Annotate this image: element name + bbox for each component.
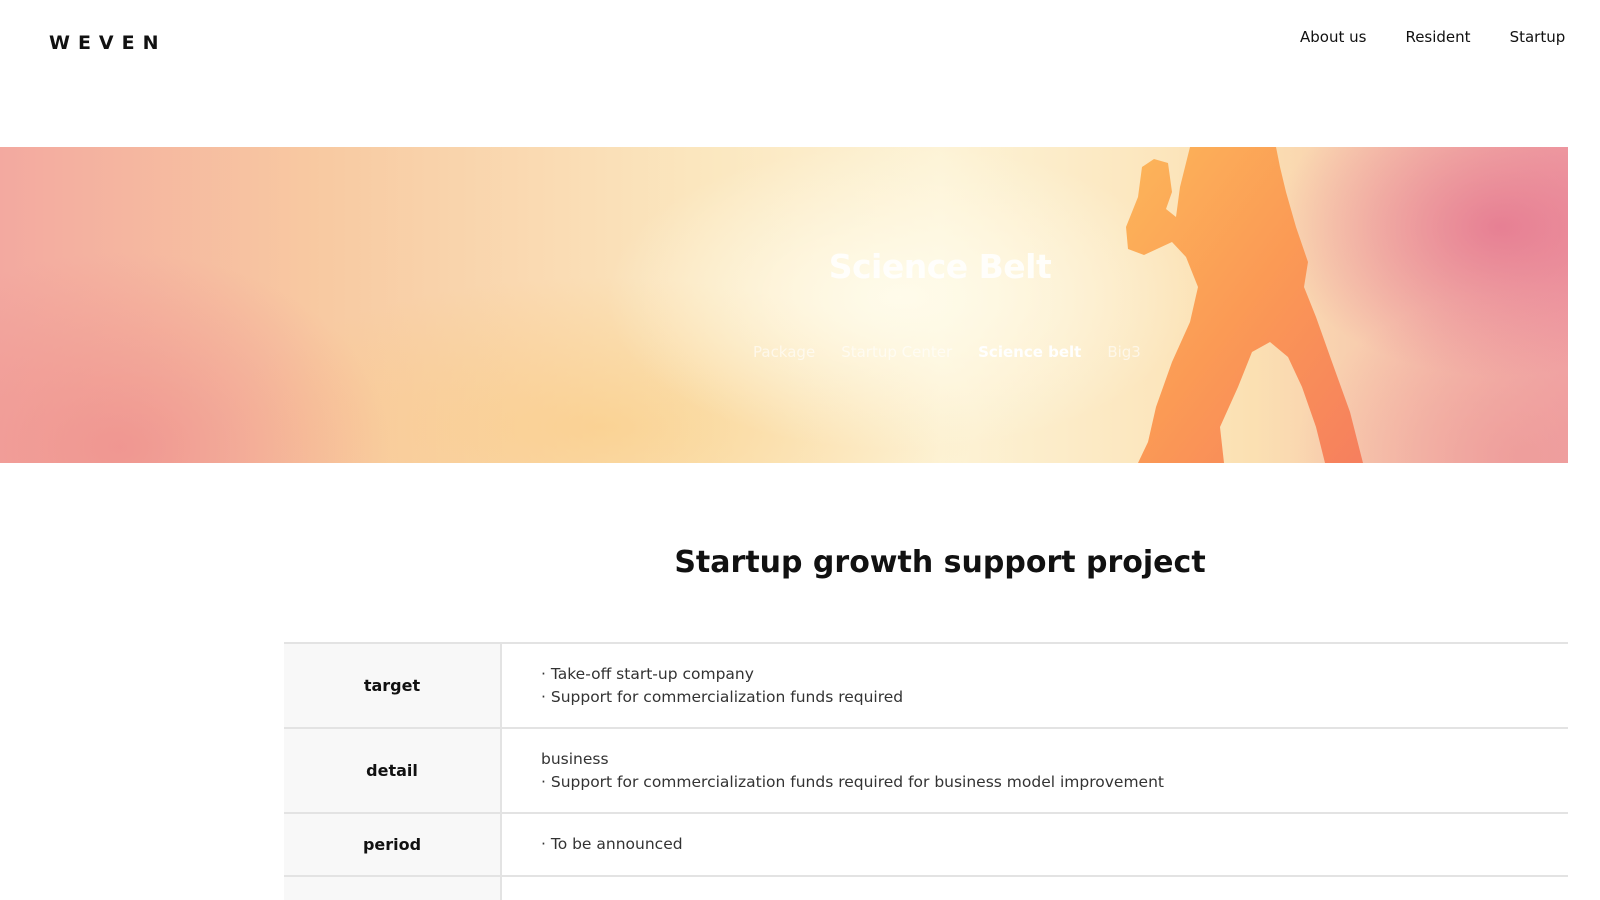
section-title: Startup growth support project xyxy=(674,545,1206,580)
row-value-line: · Take-off start-up company xyxy=(541,664,754,683)
nav-item-startup[interactable]: Startup xyxy=(1510,28,1566,46)
table-row-partial xyxy=(284,877,1568,900)
row-label: target xyxy=(284,644,502,727)
row-value: business · Support for commercialization… xyxy=(502,729,1568,812)
row-value-line: business xyxy=(541,749,609,768)
site-header: WEVEN About us Resident Startup xyxy=(0,0,1600,147)
row-value-empty xyxy=(502,877,1568,900)
row-value: · Take-off start-up company · Support fo… xyxy=(502,644,1568,727)
hero-subnav: Package Startup Center Science belt Big3 xyxy=(753,343,1141,361)
table-row-target: target · Take-off start-up company · Sup… xyxy=(284,644,1568,729)
row-value-line: · Support for commercialization funds re… xyxy=(541,687,904,706)
logo[interactable]: WEVEN xyxy=(49,32,167,54)
subnav-tab-big3[interactable]: Big3 xyxy=(1107,343,1141,361)
row-label-empty xyxy=(284,877,502,900)
subnav-tab-science-belt[interactable]: Science belt xyxy=(978,343,1081,361)
nav-item-about-us[interactable]: About us xyxy=(1300,28,1366,46)
row-label: period xyxy=(284,814,502,875)
page: WEVEN About us Resident Startup Science … xyxy=(0,0,1600,900)
nav-item-resident[interactable]: Resident xyxy=(1405,28,1470,46)
row-value-line: · Support for commercialization funds re… xyxy=(541,772,1164,791)
info-table: target · Take-off start-up company · Sup… xyxy=(284,642,1568,900)
table-row-period: period · To be announced xyxy=(284,814,1568,877)
main-nav: About us Resident Startup xyxy=(1300,28,1565,46)
table-row-detail: detail business · Support for commercial… xyxy=(284,729,1568,814)
row-value-line: · To be announced xyxy=(541,835,683,853)
person-silhouette-image xyxy=(1126,147,1363,463)
hero-title: Science Belt xyxy=(828,247,1052,286)
hero-banner: Science Belt Package Startup Center Scie… xyxy=(0,147,1568,463)
subnav-tab-startup-center[interactable]: Startup Center xyxy=(841,343,952,361)
subnav-tab-package[interactable]: Package xyxy=(753,343,815,361)
row-value: · To be announced xyxy=(502,814,1568,875)
row-label: detail xyxy=(284,729,502,812)
